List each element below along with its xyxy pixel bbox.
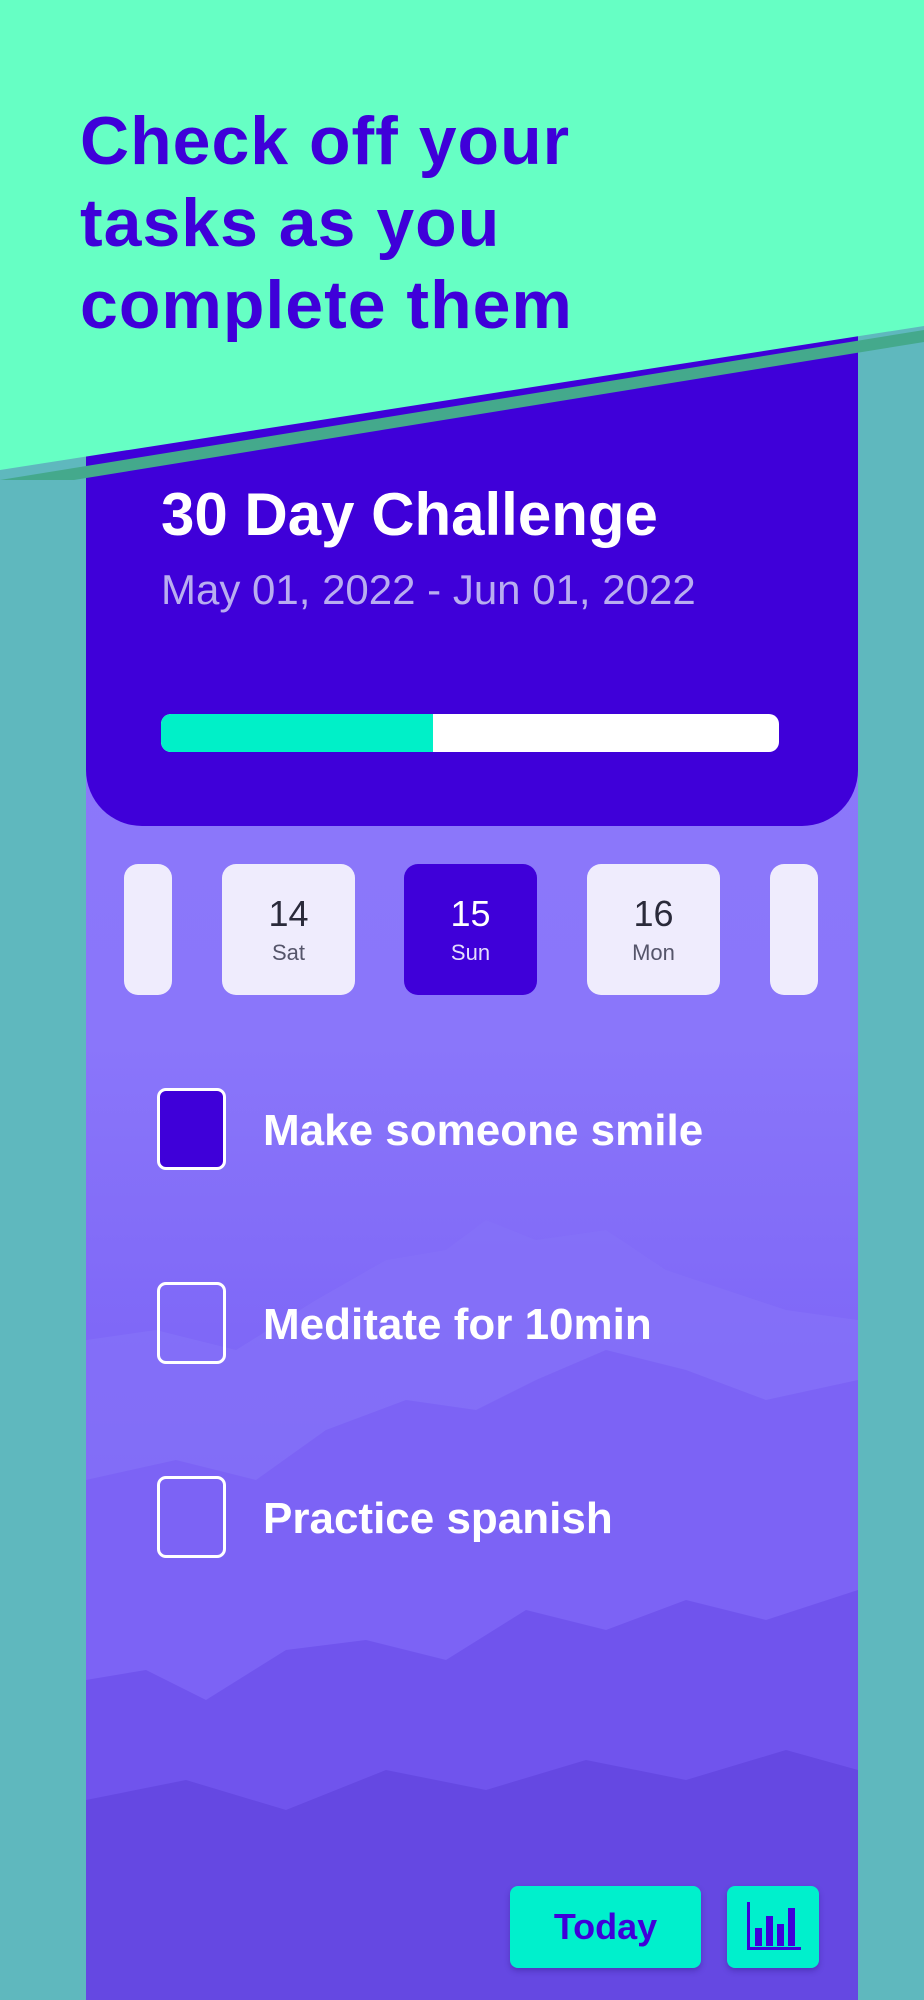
task-label: Practice spanish bbox=[263, 1494, 613, 1543]
task-item[interactable]: Practice spanish bbox=[157, 1476, 817, 1558]
task-checkbox-checked[interactable] bbox=[157, 1088, 226, 1170]
day-number: 16 bbox=[633, 893, 674, 934]
day-card-15[interactable]: 15 Sun bbox=[404, 864, 537, 995]
headline-line: complete them bbox=[80, 267, 573, 343]
day-card-next[interactable] bbox=[770, 864, 818, 995]
task-label: Meditate for 10min bbox=[263, 1300, 652, 1349]
bar-chart-icon bbox=[747, 1902, 801, 1950]
day-card-previous[interactable] bbox=[124, 864, 172, 995]
headline-line: Check off your bbox=[80, 103, 571, 179]
today-button[interactable]: Today bbox=[510, 1886, 701, 1968]
promo-headline: Check off your tasks as you complete the… bbox=[80, 100, 573, 346]
challenge-title: 30 Day Challenge bbox=[161, 481, 658, 548]
challenge-date-range: May 01, 2022 - Jun 01, 2022 bbox=[161, 566, 696, 613]
day-number: 14 bbox=[268, 893, 309, 934]
task-item[interactable]: Meditate for 10min bbox=[157, 1282, 817, 1364]
challenge-progress-bar bbox=[161, 714, 779, 752]
task-checkbox[interactable] bbox=[157, 1282, 226, 1364]
day-number: 15 bbox=[450, 893, 491, 934]
day-of-week: Sat bbox=[271, 940, 306, 965]
task-item[interactable]: Make someone smile bbox=[157, 1088, 817, 1170]
day-of-week: Sun bbox=[450, 940, 491, 965]
task-checkbox[interactable] bbox=[157, 1476, 226, 1558]
progress-fill bbox=[161, 714, 433, 752]
headline-line: tasks as you bbox=[80, 185, 501, 261]
day-card-14[interactable]: 14 Sat bbox=[222, 864, 355, 995]
day-card-16[interactable]: 16 Mon bbox=[587, 864, 720, 995]
task-label: Make someone smile bbox=[263, 1106, 704, 1155]
stats-button[interactable] bbox=[727, 1886, 819, 1968]
day-of-week: Mon bbox=[632, 940, 675, 965]
